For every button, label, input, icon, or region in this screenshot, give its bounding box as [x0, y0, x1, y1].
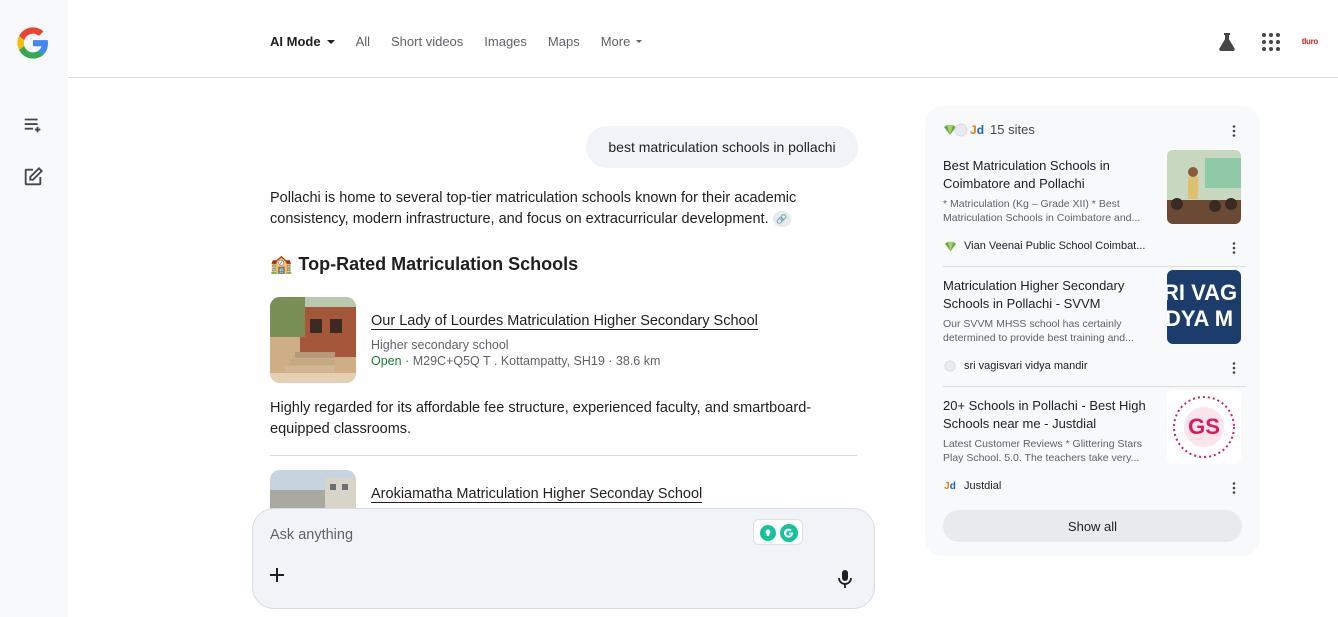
divider	[943, 266, 1246, 267]
classroom-photo-icon	[1167, 150, 1241, 224]
answer-intro-text: Pollachi is home to several top-tier mat…	[270, 190, 797, 227]
chevron-down-icon	[326, 39, 335, 44]
status-badge: Open	[371, 354, 402, 368]
vian-veenai-favicon-icon	[943, 239, 957, 253]
tab-all[interactable]: All	[356, 34, 370, 49]
school-name-link[interactable]: Arokiamatha Matriculation Higher Seconda…	[371, 486, 703, 503]
source-card-snippet: Our SVVM MHSS school has certainly deter…	[943, 318, 1134, 344]
more-options-icon[interactable]	[1227, 241, 1241, 255]
grammarly-widget[interactable]	[753, 519, 803, 545]
new-chat-icon[interactable]	[22, 166, 44, 188]
ask-input[interactable]: Ask anything	[270, 527, 353, 543]
search-tabs: AI Mode All Short videos Images Maps Mor…	[270, 34, 663, 49]
ask-box: Ask anything	[252, 508, 875, 609]
school-thumbnail[interactable]	[270, 297, 356, 383]
tab-images[interactable]: Images	[484, 34, 527, 49]
sources-panel: Jd 15 sites Best Matriculation Schools i…	[925, 106, 1260, 556]
tab-short-videos[interactable]: Short videos	[391, 34, 463, 49]
show-all-button[interactable]: Show all	[943, 510, 1242, 542]
add-attachment-icon[interactable]	[269, 567, 285, 583]
source-card-source: Vian Veenai Public School Coimbat...	[943, 239, 1145, 253]
school-emoji-icon: 🏫	[270, 254, 293, 274]
history-list-icon[interactable]	[22, 114, 44, 136]
source-card-title[interactable]: Matriculation Higher Secondary Schools i…	[943, 277, 1153, 313]
svvm-logo-text: DYA M	[1167, 306, 1234, 331]
tab-more[interactable]: More	[601, 34, 643, 49]
school-photo-icon	[270, 470, 356, 510]
school-address: · M29C+Q5Q T . Kottampatty, SH19 · 38.6 …	[401, 354, 661, 368]
svvm-logo-text: RI VAG	[1167, 280, 1238, 305]
link-chip-icon[interactable]: 🔗	[772, 211, 791, 228]
justdial-favicon-icon: Jd	[944, 480, 956, 492]
tab-maps[interactable]: Maps	[548, 34, 580, 49]
side-rail	[0, 0, 68, 617]
source-card[interactable]: 20+ Schools in Pollachi - Best High Scho…	[943, 390, 1246, 515]
source-card-title[interactable]: 20+ Schools in Pollachi - Best High Scho…	[943, 397, 1153, 433]
school-thumbnail[interactable]	[270, 470, 356, 510]
source-card-image[interactable]: RI VAG DYA M	[1167, 270, 1241, 344]
more-options-icon[interactable]	[1227, 361, 1241, 375]
school-description: Highly regarded for its affordable fee s…	[270, 400, 812, 437]
sources-count: 15 sites	[990, 122, 1035, 137]
more-options-icon[interactable]	[1227, 481, 1241, 495]
school-name-link[interactable]: Our Lady of Lourdes Matriculation Higher…	[371, 313, 758, 330]
school-result: Our Lady of Lourdes Matriculation Higher…	[270, 297, 860, 387]
chevron-down-icon	[636, 40, 643, 43]
more-options-icon[interactable]	[1227, 124, 1241, 138]
microphone-icon[interactable]	[836, 569, 854, 589]
source-card-source: Jd Justdial	[944, 480, 1002, 492]
source-card-image[interactable]: GS	[1167, 390, 1241, 464]
section-heading: 🏫 Top-Rated Matriculation Schools	[270, 254, 578, 275]
tab-ai-mode[interactable]: AI Mode	[270, 34, 335, 49]
glittering-stars-logo-text: GS	[1188, 414, 1220, 439]
user-query-bubble: best matriculation schools in pollachi	[586, 126, 858, 168]
avatar[interactable]: tluro	[1302, 37, 1319, 46]
top-bar: AI Mode All Short videos Images Maps Mor…	[68, 0, 1338, 78]
grammarly-icon	[780, 524, 798, 542]
source-card-image[interactable]	[1167, 150, 1241, 224]
sources-header[interactable]: Jd 15 sites	[943, 122, 1035, 137]
source-card[interactable]: Matriculation Higher Secondary Schools i…	[943, 270, 1246, 395]
source-card-snippet: Latest Customer Reviews * Glittering Sta…	[943, 438, 1142, 464]
school-photo-icon	[270, 297, 356, 383]
school-result: Arokiamatha Matriculation Higher Seconda…	[270, 470, 860, 510]
source-card[interactable]: Best Matriculation Schools in Coimbatore…	[943, 150, 1246, 275]
source-card-snippet: * Matriculation (Kg – Grade XII) * Best …	[943, 198, 1141, 224]
answer-intro: Pollachi is home to several top-tier mat…	[270, 188, 860, 230]
bulb-icon	[760, 525, 776, 541]
school-type: Higher secondary school	[371, 338, 509, 352]
section-heading-text: Top-Rated Matriculation Schools	[298, 254, 579, 274]
source-card-source: sri vagisvari vidya mandir	[943, 359, 1087, 373]
labs-flask-icon[interactable]	[1215, 30, 1239, 54]
svvm-favicon-icon	[954, 123, 968, 136]
source-card-title[interactable]: Best Matriculation Schools in Coimbatore…	[943, 157, 1153, 193]
school-status-line: Open · M29C+Q5Q T . Kottampatty, SH19 · …	[371, 354, 660, 368]
google-logo-icon[interactable]	[16, 26, 50, 60]
divider	[270, 455, 857, 456]
svvm-favicon-icon	[943, 359, 957, 373]
divider	[943, 386, 1246, 387]
apps-grid-icon[interactable]	[1259, 30, 1283, 54]
justdial-favicon-icon: Jd	[970, 122, 985, 137]
